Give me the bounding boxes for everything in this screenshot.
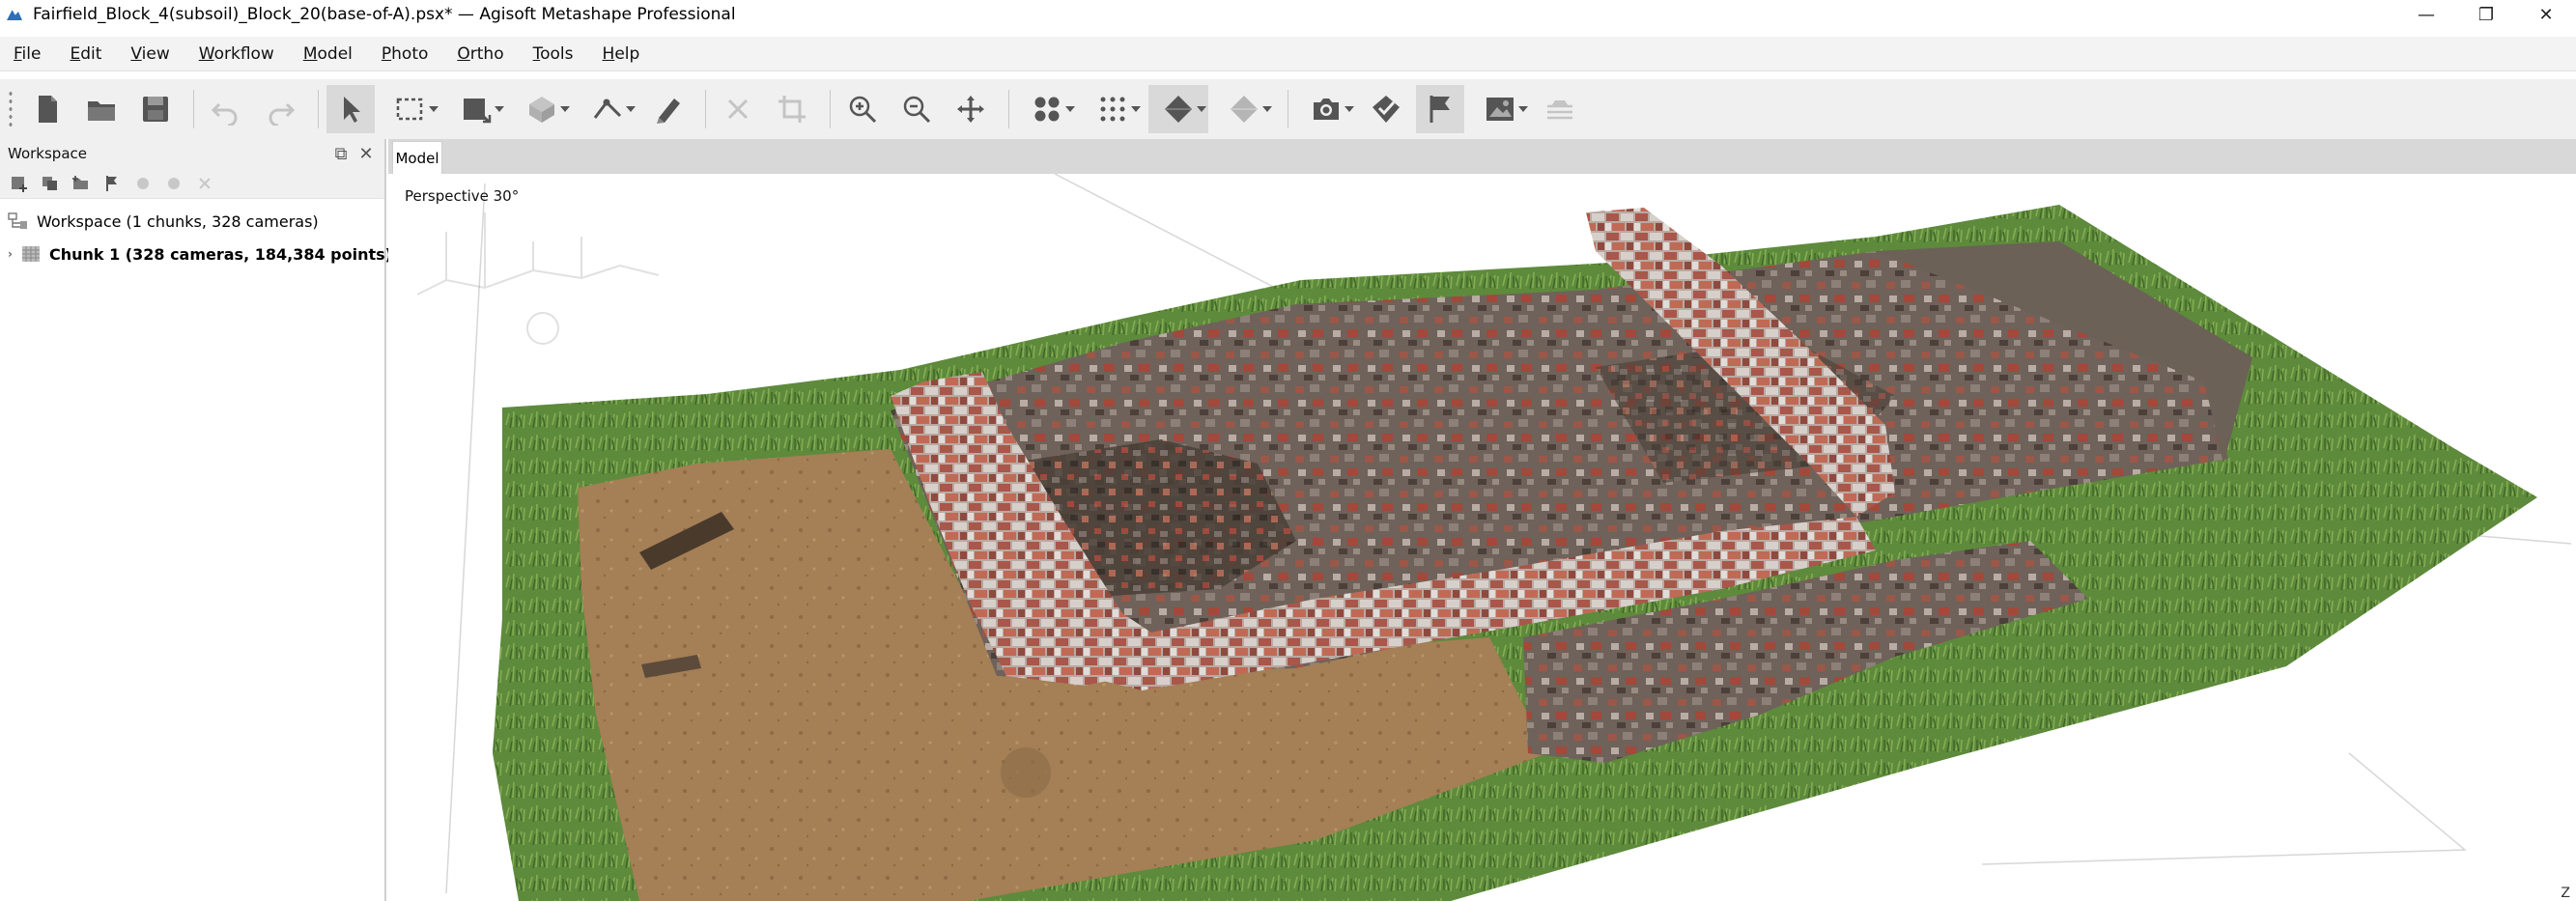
menu-ortho[interactable]: Ortho <box>457 44 503 64</box>
tree-item-workspace[interactable]: Workspace (1 chunks, 328 cameras) <box>0 205 384 238</box>
restore-button[interactable]: ❐ <box>2456 0 2516 29</box>
workspace-toolbar <box>0 168 384 199</box>
crop-icon[interactable] <box>768 85 816 133</box>
remove-items-icon[interactable] <box>193 172 216 195</box>
add-folder-icon[interactable] <box>70 172 93 195</box>
menu-photo[interactable]: Photo <box>382 44 429 64</box>
view-tab-bar: Model <box>388 139 2576 174</box>
posthole-feature <box>1001 747 1051 798</box>
workspace-pane: Workspace ⧉ ✕ Workspace (1 chunks, 328 c… <box>0 139 424 901</box>
show-markers-icon[interactable] <box>1416 85 1464 133</box>
menu-help[interactable]: Help <box>603 44 640 64</box>
metashape-logo-icon <box>6 6 23 23</box>
workspace-icon <box>8 212 29 230</box>
resize-region-icon[interactable] <box>446 85 506 133</box>
rotate-object-icon[interactable] <box>512 85 572 133</box>
toolbar-separator <box>318 90 319 128</box>
show-shapes-icon[interactable] <box>1536 85 1584 133</box>
show-model-icon[interactable] <box>1148 85 1208 133</box>
main-toolbar <box>0 79 2576 139</box>
close-button[interactable]: ✕ <box>2516 0 2576 29</box>
tab-model[interactable]: Model <box>392 141 442 174</box>
window-title: Fairfield_Block_4(subsoil)_Block_20(base… <box>33 5 736 24</box>
menu-bar: File Edit View Workflow Model Photo Orth… <box>0 37 2576 71</box>
menu-view[interactable]: View <box>130 44 169 64</box>
tree-expander-icon[interactable]: › <box>8 247 13 261</box>
new-document-icon[interactable] <box>23 85 71 133</box>
menu-workflow[interactable]: Workflow <box>199 44 274 64</box>
enable-icon[interactable] <box>131 172 155 195</box>
toolbar-separator <box>1008 90 1009 128</box>
float-pane-icon[interactable]: ⧉ <box>328 143 354 164</box>
tree-item-chunk-1[interactable]: › Chunk 1 (328 cameras, 184,384 points) … <box>0 238 424 270</box>
projection-label: Perspective 30° <box>405 187 520 205</box>
close-pane-icon[interactable]: ✕ <box>354 143 379 164</box>
add-photos-icon[interactable] <box>39 172 62 195</box>
add-marker-icon[interactable] <box>100 172 124 195</box>
watermark-logo <box>416 212 660 345</box>
save-icon[interactable] <box>131 85 180 133</box>
draw-polyline-icon[interactable] <box>578 85 637 133</box>
toolbar-separator <box>193 90 194 128</box>
menu-tools[interactable]: Tools <box>533 44 574 64</box>
minimize-button[interactable]: — <box>2396 0 2456 29</box>
workspace-title: Workspace <box>8 145 87 162</box>
add-chunk-icon[interactable] <box>8 172 31 195</box>
show-points-icon[interactable] <box>1083 85 1143 133</box>
ruler-icon[interactable] <box>643 85 692 133</box>
redo-icon[interactable] <box>256 85 304 133</box>
rectangle-selection-icon[interactable] <box>381 85 440 133</box>
workspace-tree: Workspace (1 chunks, 328 cameras) › Chun… <box>0 199 424 270</box>
navigation-arrow-icon[interactable] <box>326 85 375 133</box>
toolbar-separator <box>830 90 831 128</box>
tree-item-label: Chunk 1 (328 cameras, 184,384 points) [R… <box>48 244 424 264</box>
window-controls: — ❐ ✕ <box>2396 0 2576 29</box>
toolbar-grip[interactable] <box>8 90 14 128</box>
capture-view-icon[interactable] <box>1296 85 1356 133</box>
show-cameras-icon[interactable] <box>1017 85 1077 133</box>
menu-file[interactable]: File <box>14 44 41 64</box>
open-folder-icon[interactable] <box>77 85 126 133</box>
disable-icon[interactable] <box>162 172 185 195</box>
title-bar: Fairfield_Block_4(subsoil)_Block_20(base… <box>0 0 2576 29</box>
menu-edit[interactable]: Edit <box>70 44 101 64</box>
show-aligned-icon[interactable] <box>1362 85 1410 133</box>
tree-item-label: Workspace (1 chunks, 328 cameras) <box>37 211 319 231</box>
excavation-3d-model <box>416 174 2572 901</box>
delete-icon[interactable] <box>714 85 762 133</box>
menu-model[interactable]: Model <box>303 44 353 64</box>
undo-icon[interactable] <box>202 85 250 133</box>
model-viewport[interactable]: Perspective 30° Z <box>388 174 2576 901</box>
chunk-icon <box>20 245 42 263</box>
zoom-in-icon[interactable] <box>838 85 887 133</box>
show-images-icon[interactable] <box>1470 85 1530 133</box>
toolbar-separator <box>705 90 706 128</box>
workspace-header: Workspace ⧉ ✕ <box>0 139 384 168</box>
axis-indicator: Z <box>2561 886 2570 901</box>
show-tiled-icon[interactable] <box>1214 85 1274 133</box>
move-object-icon[interactable] <box>947 85 995 133</box>
zoom-out-icon[interactable] <box>892 85 941 133</box>
